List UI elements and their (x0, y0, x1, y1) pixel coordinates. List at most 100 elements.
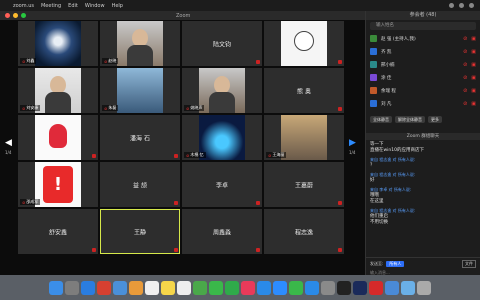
video-thumbnail (35, 21, 81, 66)
mute-all-button[interactable]: 全体静音 (370, 116, 392, 123)
muted-mic-icon[interactable]: ⊘ (463, 101, 467, 107)
participant-row[interactable]: 余瑞 程 ⊘ ▣ (366, 84, 480, 97)
file-button[interactable]: 文件 (462, 260, 476, 268)
video-off-icon[interactable]: ▣ (471, 88, 476, 94)
maps-icon[interactable] (193, 280, 207, 295)
video-tile[interactable]: ⊘ 王海丽 (264, 115, 344, 160)
qq-icon[interactable] (305, 280, 319, 295)
settings-icon[interactable] (321, 280, 335, 295)
video-tile[interactable]: 程志逸 (264, 209, 344, 254)
maximize-window-button[interactable] (21, 13, 26, 18)
launchpad-icon[interactable] (65, 280, 79, 295)
video-off-icon[interactable]: ▣ (471, 101, 476, 107)
participant-row[interactable]: 涂 佳 ⊘ ▣ (366, 71, 480, 84)
video-tile[interactable]: ⊘ 朱磊 (100, 68, 180, 113)
status-icon[interactable] (449, 3, 454, 8)
participant-row[interactable]: 赵 强 (主持人,我) ⊘ ▣ (366, 32, 480, 45)
participant-row[interactable]: 邢小楠 ⊘ ▣ (366, 58, 480, 71)
participant-row[interactable]: 齐 凯 ⊘ ▣ (366, 45, 480, 58)
avatar (370, 35, 377, 42)
menu-meeting[interactable]: Meeting (41, 3, 61, 9)
video-off-icon[interactable]: ▣ (471, 49, 476, 55)
facetime-icon[interactable] (225, 280, 239, 295)
video-tile[interactable]: 李卓 (182, 162, 262, 207)
chat-footer: 发送至: 所有人 文件 输入消息... (366, 257, 480, 275)
participant-name-tag: ⊘ 朱磊 (102, 105, 119, 111)
notes-icon[interactable] (161, 280, 175, 295)
close-window-button[interactable] (5, 13, 10, 18)
finder-icon[interactable] (49, 280, 63, 295)
more-button[interactable]: 更多 (428, 116, 442, 123)
participant-name: 刘 凡 (381, 101, 392, 107)
video-tile[interactable] (18, 115, 98, 160)
muted-mic-icon[interactable]: ⊘ (463, 49, 467, 55)
participant-row[interactable]: 刘 凡 ⊘ ▣ (366, 97, 480, 110)
menu-bar: zoom.us Meeting Edit Window Help (0, 0, 480, 11)
muted-mic-icon (174, 248, 178, 252)
video-tile[interactable]: 舒安鑫 (18, 209, 98, 254)
video-off-icon[interactable]: ▣ (471, 62, 476, 68)
menu-window[interactable]: Window (85, 3, 105, 9)
video-off-icon[interactable]: ▣ (471, 75, 476, 81)
video-tile[interactable]: ⊘ 刘鑫 (18, 21, 98, 66)
chrome-icon[interactable] (97, 280, 111, 295)
video-tile[interactable]: 益 颉 (100, 162, 180, 207)
prev-page-button[interactable]: ◀ (5, 138, 12, 148)
messages-icon[interactable] (209, 280, 223, 295)
participant-tag-name: 朱磊 (108, 105, 117, 110)
video-off-icon[interactable]: ▣ (471, 36, 476, 42)
menu-edit[interactable]: Edit (68, 3, 78, 9)
video-tile[interactable]: 王静 (100, 209, 180, 254)
window-titlebar: Zoom (0, 11, 365, 20)
participant-search-input[interactable]: 输入姓名 (370, 22, 476, 30)
wechat-icon[interactable] (289, 280, 303, 295)
terminal-icon[interactable] (337, 280, 351, 295)
video-tile[interactable]: 潘海 石 (100, 115, 180, 160)
next-page-button[interactable]: ▶ (349, 138, 356, 148)
video-tile[interactable]: ⊘ 木棉 忆 (182, 115, 262, 160)
trash-icon[interactable] (417, 280, 431, 295)
menu-app[interactable]: zoom.us (13, 3, 34, 9)
video-tile[interactable]: ⊘ 赵晓 (100, 21, 180, 66)
video-tile[interactable]: 熊 奥 (264, 68, 344, 113)
muted-mic-icon (338, 107, 342, 111)
video-tile[interactable]: 王嘉蔚 (264, 162, 344, 207)
unmute-all-button[interactable]: 解除全体静音 (395, 116, 425, 123)
participant-tag-name: 木棉 忆 (190, 152, 204, 157)
calendar-icon[interactable] (145, 280, 159, 295)
muted-mic-icon: ⊘ (268, 152, 272, 158)
muted-mic-icon[interactable]: ⊘ (463, 88, 467, 94)
reminders-icon[interactable] (177, 280, 191, 295)
mail-icon[interactable] (113, 280, 127, 295)
participant-list: 赵 强 (主持人,我) ⊘ ▣ 齐 凯 ⊘ ▣ 邢小楠 ⊘ ▣ 涂 佳 ⊘ ▣ 余瑞 程 ⊘ ▣ 刘 凡 ⊘ ▣ (366, 32, 480, 110)
muted-mic-icon[interactable]: ⊘ (463, 75, 467, 81)
netease-icon[interactable] (369, 280, 383, 295)
muted-mic-icon: ⊘ (104, 58, 108, 64)
send-to-dropdown[interactable]: 所有人 (386, 261, 405, 267)
video-tile[interactable]: ! ⊘ 邵成军 (18, 162, 98, 207)
avatar (370, 100, 377, 107)
appstore-icon[interactable] (257, 280, 271, 295)
video-tile[interactable]: 周鑫淼 (182, 209, 262, 254)
folder-icon[interactable] (401, 280, 415, 295)
video-tile[interactable]: ⊘ 刘安康 (18, 68, 98, 113)
video-tile[interactable] (264, 21, 344, 66)
photoshop-icon[interactable] (353, 280, 367, 295)
battery-icon[interactable] (469, 3, 474, 8)
wifi-icon[interactable] (459, 3, 464, 8)
muted-mic-icon (338, 60, 342, 64)
music-icon[interactable] (241, 280, 255, 295)
minimize-window-button[interactable] (13, 13, 18, 18)
video-tile[interactable]: ⊘ 姚晓声 (182, 68, 262, 113)
downloads-icon[interactable] (385, 280, 399, 295)
zoom-icon[interactable] (273, 280, 287, 295)
participant-name-tag: ⊘ 木棉 忆 (184, 152, 206, 158)
muted-mic-icon[interactable]: ⊘ (463, 62, 467, 68)
avatar (370, 61, 377, 68)
photos-icon[interactable] (129, 280, 143, 295)
avatar (370, 48, 377, 55)
safari-icon[interactable] (81, 280, 95, 295)
menu-help[interactable]: Help (112, 3, 123, 9)
video-tile[interactable]: 陆文钧 (182, 21, 262, 66)
muted-mic-icon[interactable]: ⊘ (463, 36, 467, 42)
